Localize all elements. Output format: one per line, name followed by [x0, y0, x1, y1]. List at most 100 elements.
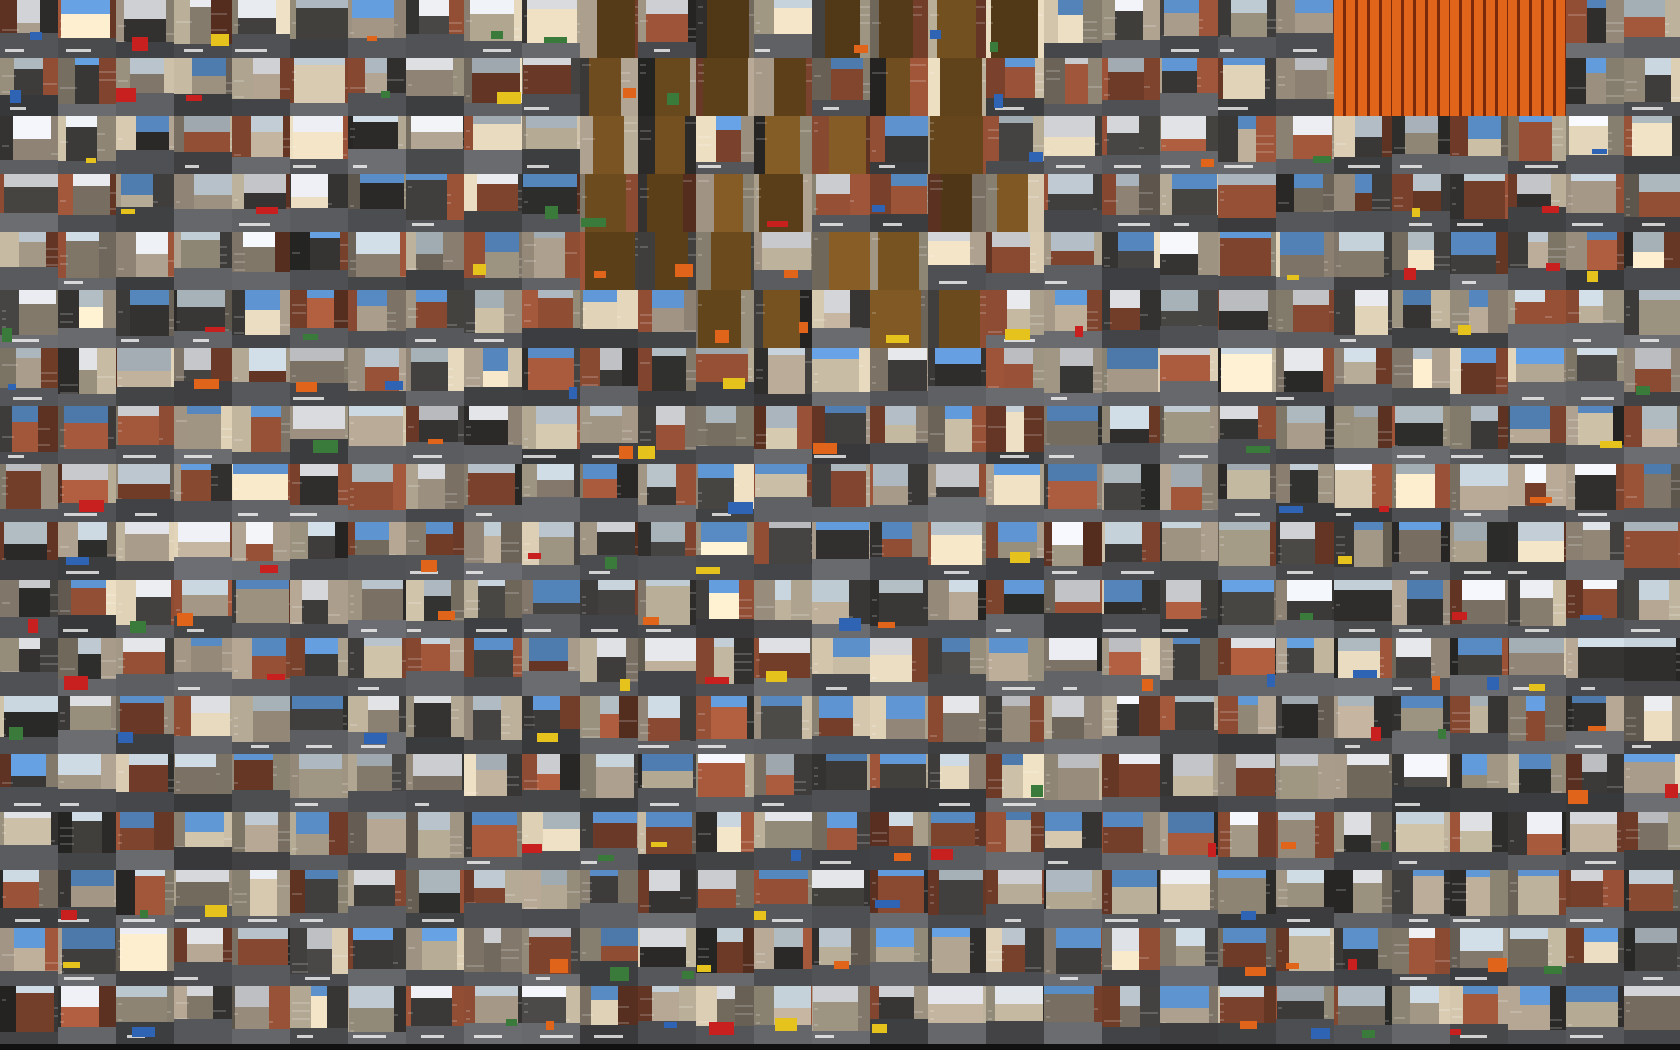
window-row	[350, 724, 357, 726]
window-row	[1548, 248, 1566, 250]
street-object	[364, 733, 387, 744]
sky-region	[1044, 464, 1102, 481]
window-row	[501, 542, 519, 544]
window-row	[1452, 720, 1470, 722]
street-object	[1450, 1029, 1461, 1035]
window-row	[617, 485, 621, 487]
photo-thumbnail	[812, 0, 870, 58]
photo-thumbnail	[290, 928, 348, 986]
window-row	[38, 444, 50, 446]
window-row	[970, 951, 974, 953]
window-row	[1315, 842, 1319, 844]
photo-thumbnail	[812, 870, 870, 928]
photo-thumbnail	[406, 58, 464, 116]
photo-thumbnail	[1624, 0, 1680, 58]
photo-thumbnail	[0, 406, 58, 464]
window-row	[1510, 1011, 1522, 1013]
street-surface	[696, 973, 754, 986]
street-surface	[1566, 731, 1624, 754]
window-row	[2, 29, 19, 31]
street-surface	[1102, 970, 1160, 986]
street-surface	[928, 452, 986, 464]
photo-thumbnail	[1276, 928, 1334, 986]
street-surface	[232, 382, 290, 406]
window-row	[1568, 709, 1574, 711]
photo-thumbnail	[348, 754, 406, 812]
photo-thumbnail	[58, 696, 116, 754]
photo-thumbnail	[1044, 116, 1102, 174]
window-row	[176, 21, 192, 23]
street-surface	[754, 620, 812, 638]
window-row	[1256, 143, 1274, 145]
photo-thumbnail	[522, 812, 580, 870]
street-surface	[58, 449, 116, 464]
window-row	[698, 72, 704, 74]
window-row	[734, 669, 752, 671]
street-object	[1300, 613, 1313, 620]
photo-thumbnail	[696, 928, 754, 986]
window-row	[970, 666, 984, 668]
window-row	[1394, 205, 1403, 207]
street-surface	[928, 973, 986, 986]
street-object	[1208, 843, 1216, 857]
window-row	[1501, 145, 1508, 147]
photo-thumbnail	[986, 116, 1044, 174]
street-object	[651, 842, 667, 847]
photo-thumbnail	[870, 406, 928, 464]
window-row	[640, 833, 644, 835]
street-object	[1311, 1028, 1330, 1039]
window-row	[60, 1013, 64, 1015]
window-row	[1452, 1008, 1462, 1010]
photo-thumbnail	[348, 348, 406, 406]
window-row	[60, 20, 64, 22]
window-row	[1626, 717, 1636, 719]
street-surface	[1044, 331, 1102, 348]
street-surface	[348, 620, 406, 638]
photo-thumbnail	[1160, 986, 1218, 1044]
street-object	[296, 382, 317, 392]
crosswalk-stripe	[1409, 919, 1428, 922]
photo-thumbnail	[870, 580, 928, 638]
sky-region	[1624, 754, 1680, 762]
photo-thumbnail	[1276, 870, 1334, 928]
street-object	[620, 679, 630, 691]
window-row	[1278, 615, 1282, 617]
photo-thumbnail	[464, 638, 522, 696]
window-row	[1384, 273, 1389, 275]
window-row	[1149, 435, 1157, 437]
window-row	[1568, 312, 1581, 314]
street-surface	[406, 970, 464, 986]
photo-thumbnail	[870, 812, 928, 870]
window-row	[1568, 497, 1576, 499]
window-row	[448, 368, 453, 370]
window-row	[292, 79, 296, 81]
window-row	[466, 146, 470, 148]
window-row	[60, 494, 64, 496]
window-row	[46, 264, 58, 266]
street-surface	[0, 672, 58, 696]
crosswalk-stripe	[1581, 687, 1595, 690]
window-row	[60, 28, 64, 30]
window-row	[408, 899, 412, 901]
window-row	[978, 598, 986, 600]
street-object	[86, 158, 96, 163]
street-object	[1600, 441, 1622, 448]
street-surface	[232, 99, 290, 116]
window-row	[1278, 319, 1283, 321]
sky-region	[1218, 580, 1276, 592]
photo-thumbnail	[1450, 406, 1508, 464]
window-row	[872, 72, 888, 74]
window-row	[234, 717, 238, 719]
window-row	[617, 316, 621, 318]
photo-thumbnail	[1218, 580, 1276, 638]
street-surface	[812, 674, 870, 696]
window-row	[221, 436, 232, 438]
window-row	[1030, 720, 1044, 722]
photo-thumbnail	[1102, 58, 1160, 116]
window-row	[1210, 898, 1214, 900]
window-row	[1024, 418, 1042, 420]
photo-thumbnail	[696, 522, 754, 580]
photo-thumbnail	[348, 638, 406, 696]
photo-thumbnail	[928, 986, 986, 1044]
photo-thumbnail	[928, 638, 986, 696]
